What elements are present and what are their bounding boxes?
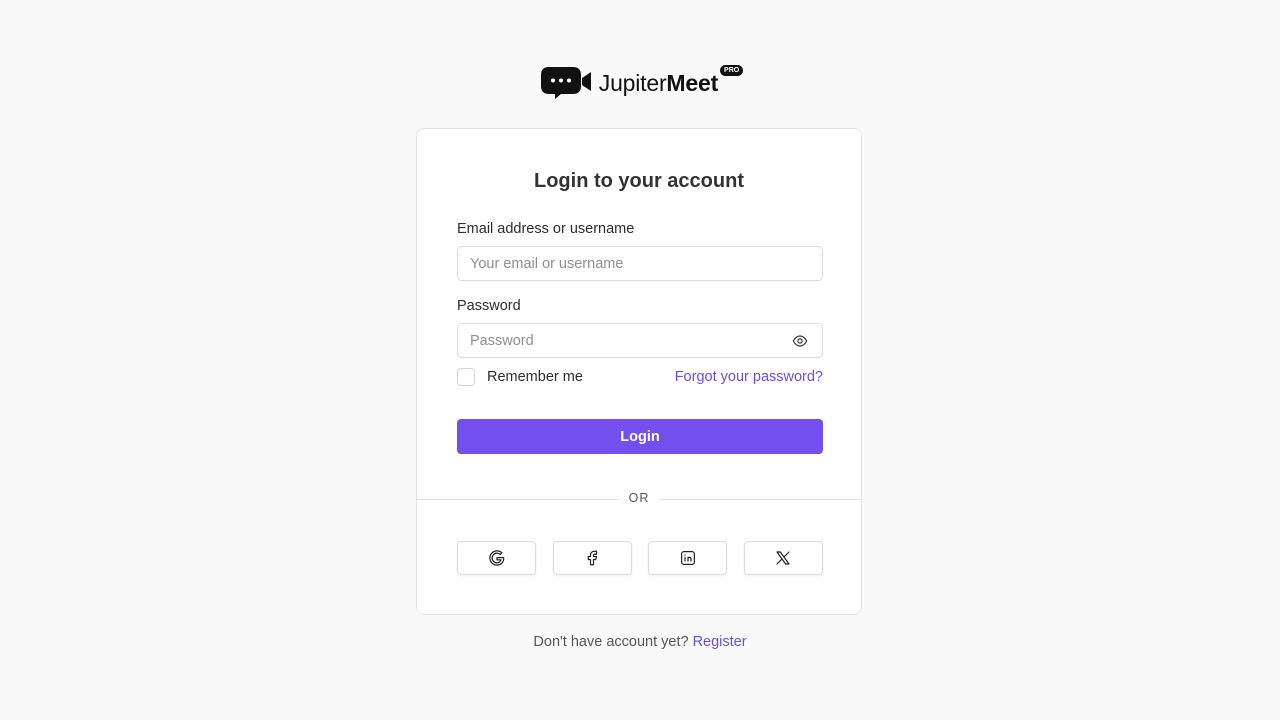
- login-page: JupiterMeet PRO Login to your account Em…: [0, 0, 1280, 720]
- social-login-row: [457, 541, 823, 575]
- remember-checkbox[interactable]: [457, 368, 475, 386]
- x-login-button[interactable]: [743, 541, 823, 575]
- register-prompt-text: Don't have account yet?: [533, 634, 689, 650]
- linkedin-icon: [680, 551, 695, 565]
- remember-me[interactable]: Remember me: [457, 368, 583, 386]
- brand-name-bold: Meet: [666, 69, 719, 96]
- divider-or: OR: [619, 491, 659, 505]
- x-icon: [776, 551, 791, 565]
- login-title: Login to your account: [534, 170, 744, 192]
- brand-logo[interactable]: JupiterMeet PRO: [540, 64, 744, 100]
- linkedin-login-button[interactable]: [648, 541, 728, 575]
- remember-label: Remember me: [487, 369, 583, 385]
- video-chat-icon: [540, 67, 591, 99]
- forgot-password-link[interactable]: Forgot your password?: [675, 369, 823, 385]
- register-link[interactable]: Register: [693, 634, 747, 650]
- google-icon: [488, 550, 504, 566]
- login-form: Email address or username Password Remem…: [457, 221, 823, 454]
- facebook-login-button[interactable]: [552, 541, 632, 575]
- password-label: Password: [457, 298, 521, 314]
- brand-header: JupiterMeet PRO: [0, 64, 1280, 100]
- password-field[interactable]: [458, 324, 822, 357]
- email-label: Email address or username: [457, 221, 635, 237]
- brand-name-light: Jupiter: [598, 69, 667, 96]
- login-card: Login to your account Email address or u…: [416, 128, 862, 615]
- brand-name: JupiterMeet: [599, 70, 718, 97]
- email-field-wrapper: [457, 246, 823, 281]
- pro-badge: PRO: [720, 64, 744, 76]
- google-login-button[interactable]: [457, 541, 536, 575]
- facebook-icon: [587, 550, 598, 566]
- eye-icon[interactable]: [791, 333, 809, 349]
- password-field-wrapper: [457, 323, 823, 358]
- email-field[interactable]: [458, 247, 822, 280]
- login-button[interactable]: Login: [457, 419, 823, 454]
- remember-row: Remember me Forgot your password?: [457, 367, 823, 387]
- register-prompt: Don't have account yet? Register: [0, 634, 1280, 650]
